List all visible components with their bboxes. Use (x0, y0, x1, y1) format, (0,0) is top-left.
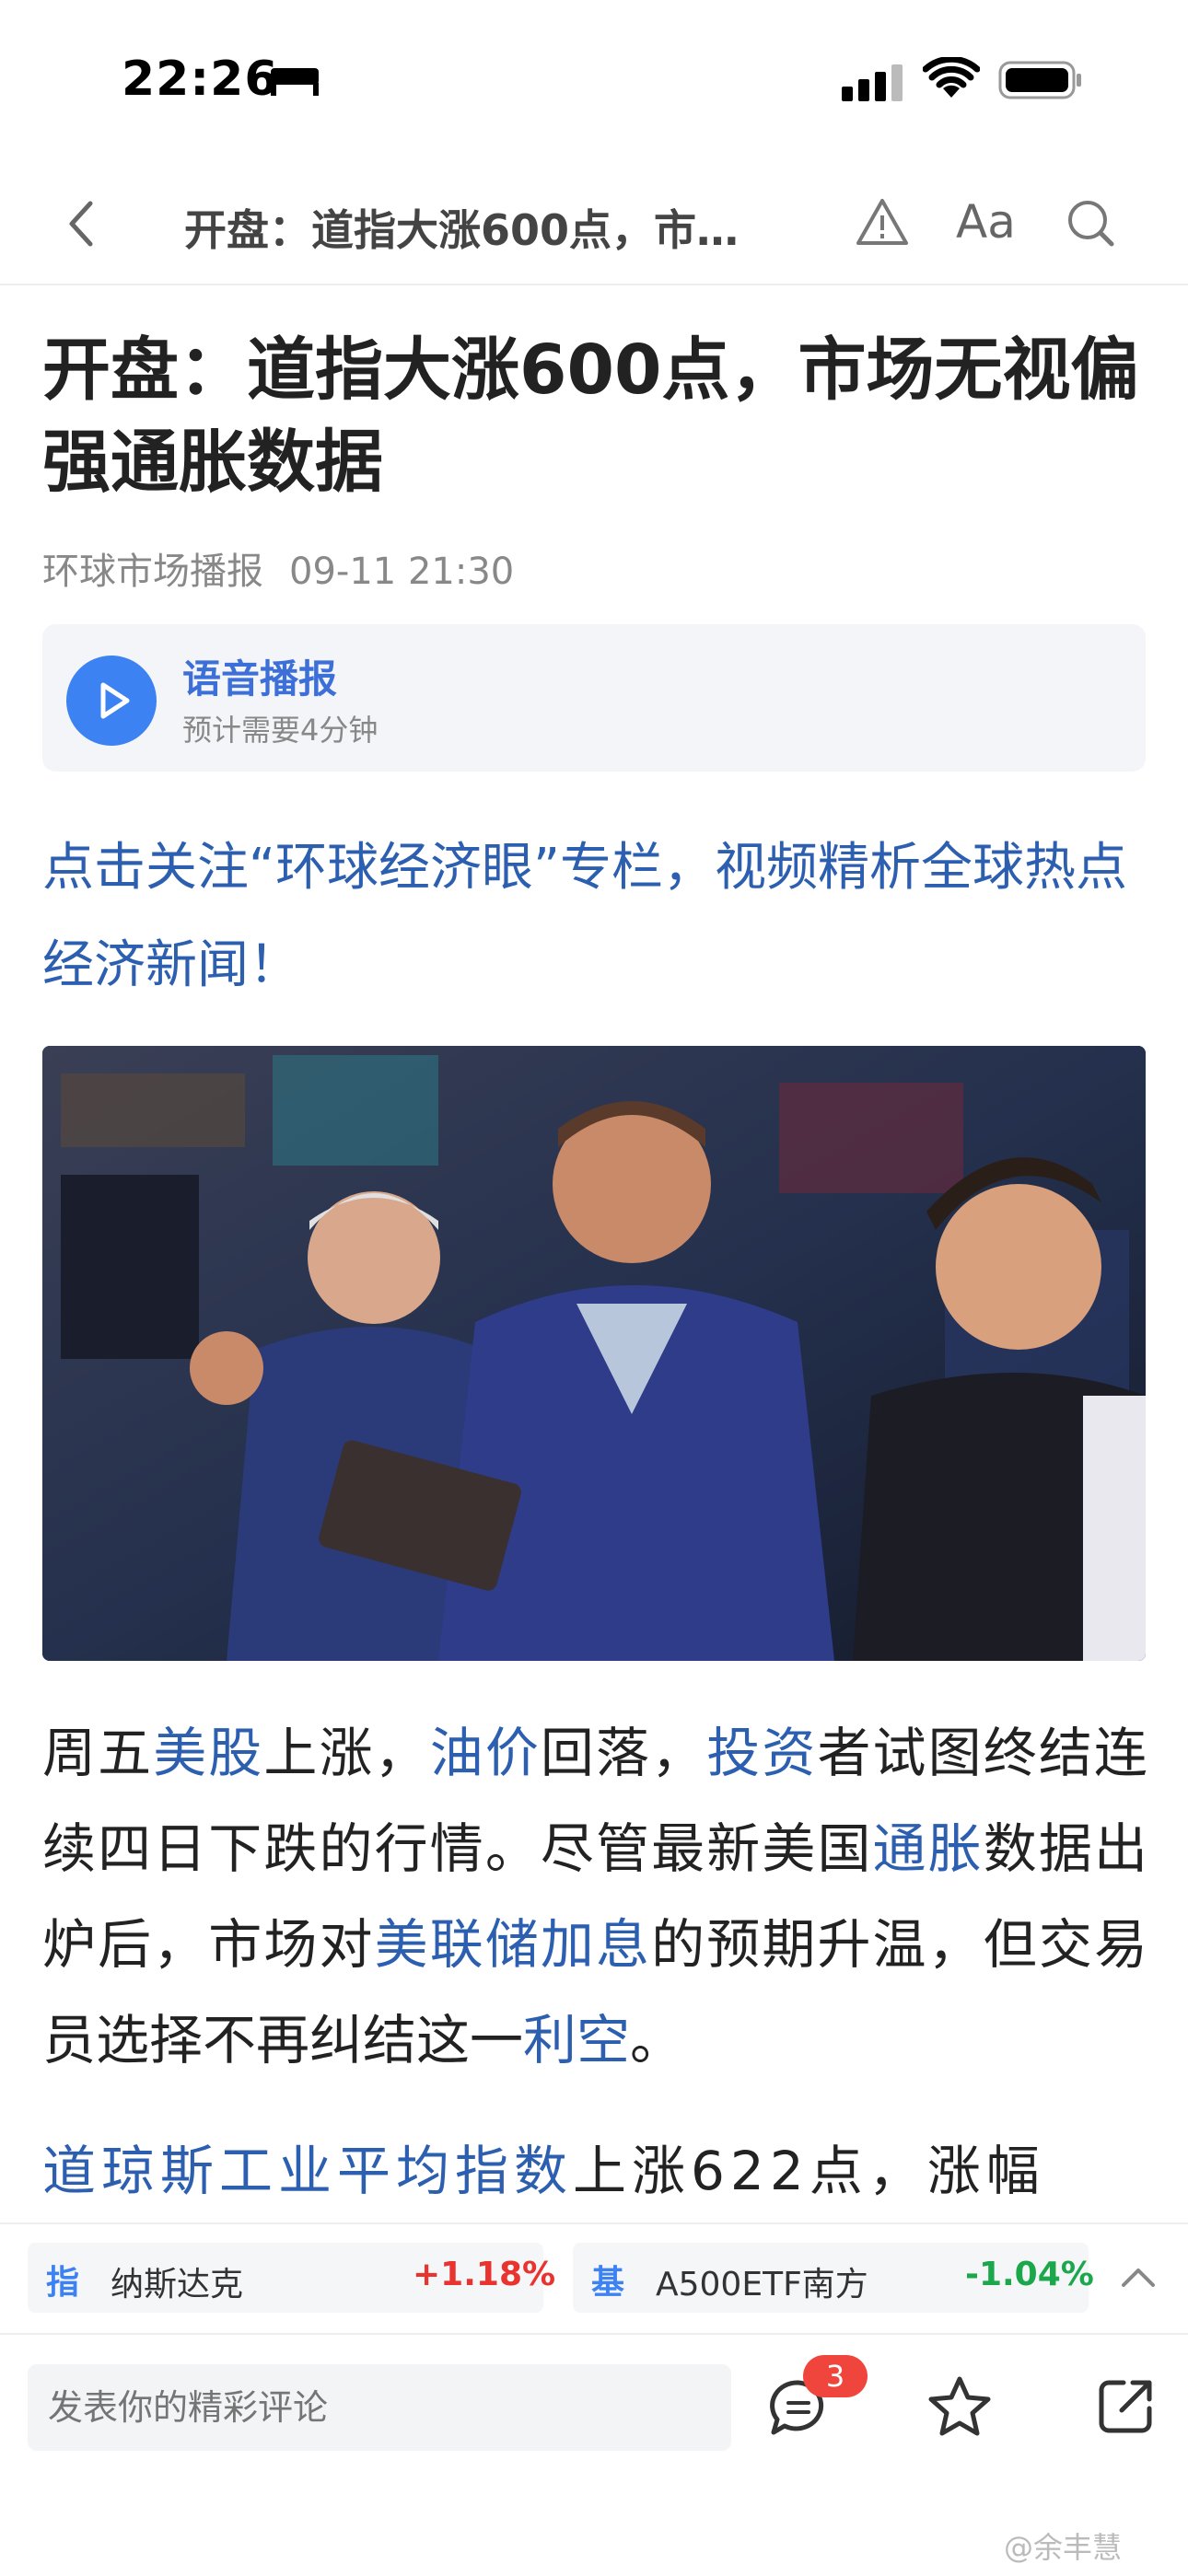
column-promo-link[interactable]: 点击关注“环球经济眼”专栏，视频精析全球热点经济新闻！ (42, 819, 1147, 1015)
battery-icon (998, 61, 1081, 99)
share-icon[interactable] (1096, 2375, 1157, 2436)
keyword-link[interactable]: 美股 (153, 1722, 263, 1784)
ticker-name: A500ETF南方 (656, 2266, 868, 2303)
font-size-button[interactable]: Aa (956, 195, 1016, 249)
ticker-tag: 基 (591, 2264, 625, 2302)
nav-title: 开盘：道指大涨600点，市… (184, 205, 740, 255)
keyword-link[interactable]: 利空 (523, 2009, 630, 2071)
keyword-link[interactable]: 美联储加息 (375, 1913, 652, 1976)
back-arrow-icon[interactable] (63, 198, 99, 249)
sleep-focus-icon (271, 68, 319, 96)
comment-input[interactable] (28, 2364, 731, 2451)
ticker-tag: 指 (46, 2264, 80, 2302)
audio-title: 语音播报 (182, 656, 338, 702)
keyword-link[interactable]: 油价 (430, 1722, 541, 1784)
article-paragraph-1: 周五美股上涨，油价回落，投资者试图终结连续四日下跌的行情。尽管最新美国通胀数据出… (42, 1705, 1147, 2088)
play-button[interactable] (66, 656, 157, 746)
trading-floor-photo (42, 1046, 1146, 1661)
keyword-link[interactable]: 道琼斯工业平均指数 (42, 2140, 573, 2202)
report-warning-icon[interactable] (855, 195, 910, 250)
article-source[interactable]: 环球市场播报 (42, 551, 263, 593)
comment-count-badge: 3 (803, 2355, 868, 2397)
keyword-link[interactable]: 通胀 (873, 1817, 984, 1880)
paragraph-text: 上涨622点，涨幅 (573, 2140, 1045, 2202)
paragraph-text: 回落， (540, 1722, 707, 1784)
ticker-name: 纳斯达克 (111, 2266, 244, 2303)
watermark-text: @余丰慧 (1004, 2530, 1123, 2565)
wifi-icon (923, 57, 980, 98)
play-icon (100, 682, 130, 719)
search-icon[interactable] (1065, 197, 1116, 249)
cellular-signal-icon (842, 64, 903, 101)
paragraph-text: 周五 (42, 1722, 154, 1784)
audio-duration: 预计需要4分钟 (182, 713, 379, 748)
article-meta: 环球市场播报 09-11 21:30 (42, 541, 540, 595)
keyword-link[interactable]: 投资 (706, 1722, 817, 1784)
ticker-change: +1.18% (413, 2256, 556, 2293)
paragraph-text: 上涨， (263, 1722, 430, 1784)
star-icon[interactable] (926, 2373, 993, 2440)
chevron-up-icon[interactable] (1118, 2263, 1159, 2291)
article-photo (42, 1046, 1146, 1661)
status-time: 22:26 (122, 52, 279, 107)
article-headline: 开盘：道指大涨600点，市场无视偏强通胀数据 (42, 331, 1139, 502)
article-datetime: 09-11 21:30 (289, 551, 515, 593)
ticker-change: -1.04% (965, 2256, 1094, 2293)
article-paragraph-2: 道琼斯工业平均指数上涨622点，涨幅 (42, 2123, 1147, 2219)
paragraph-text: 。 (630, 2009, 684, 2071)
